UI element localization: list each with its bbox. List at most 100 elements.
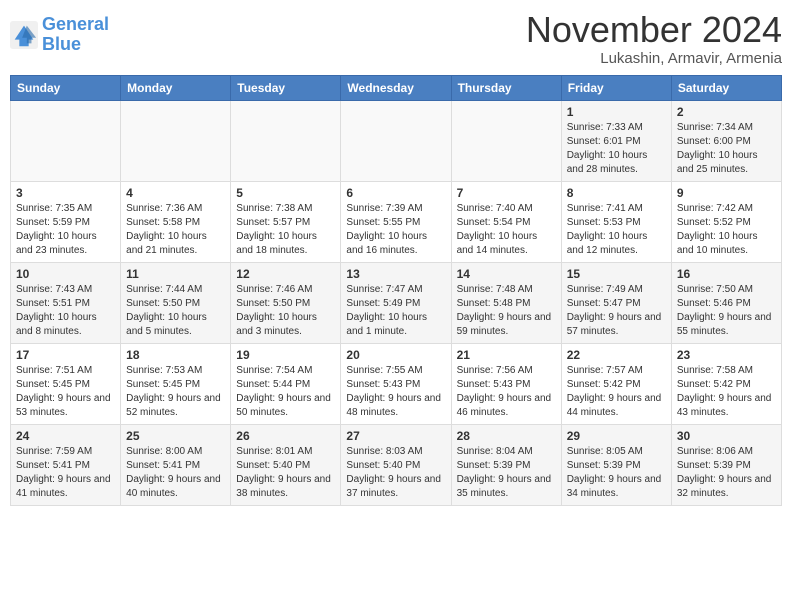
title-block: November 2024 Lukashin, Armavir, Armenia (526, 10, 782, 67)
day-number: 26 (236, 429, 335, 443)
calendar-cell: 20 Sunrise: 7:55 AM Sunset: 5:43 PM Dayli… (341, 343, 451, 424)
day-info: Sunrise: 7:36 AM Sunset: 5:58 PM Dayligh… (126, 202, 225, 258)
week-row-4: 17 Sunrise: 7:51 AM Sunset: 5:45 PM Dayli… (11, 343, 782, 424)
calendar-cell: 25Sunrise: 8:00 AM Sunset: 5:41 PM Dayli… (121, 424, 231, 505)
calendar-cell (341, 100, 451, 181)
day-number: 23 (677, 348, 776, 362)
week-row-1: 1Sunrise: 7:33 AM Sunset: 6:01 PM Daylig… (11, 100, 782, 181)
weekday-header-monday: Monday (121, 75, 231, 100)
day-info: Sunrise: 7:44 AM Sunset: 5:50 PM Dayligh… (126, 283, 225, 339)
week-row-5: 24Sunrise: 7:59 AM Sunset: 5:41 PM Dayli… (11, 424, 782, 505)
header: General Blue November 2024 Lukashin, Arm… (10, 10, 782, 67)
weekday-header-saturday: Saturday (671, 75, 781, 100)
calendar-cell: 30 Sunrise: 8:06 AM Sunset: 5:39 PM Dayli… (671, 424, 781, 505)
weekday-header-thursday: Thursday (451, 75, 561, 100)
weekday-header-row: SundayMondayTuesdayWednesdayThursdayFrid… (11, 75, 782, 100)
day-info: Sunrise: 8:01 AM Sunset: 5:40 PM Dayligh… (236, 445, 335, 501)
day-number: 20 (346, 348, 445, 362)
calendar-cell: 18 Sunrise: 7:53 AM Sunset: 5:45 PM Dayli… (121, 343, 231, 424)
day-number: 18 (126, 348, 225, 362)
calendar-cell: 3 Sunrise: 7:35 AM Sunset: 5:59 PM Daylig… (11, 181, 121, 262)
calendar-cell (121, 100, 231, 181)
day-number: 3 (16, 186, 115, 200)
day-number: 12 (236, 267, 335, 281)
day-number: 19 (236, 348, 335, 362)
day-number: 5 (236, 186, 335, 200)
day-number: 1 (567, 105, 666, 119)
day-info: Sunrise: 7:59 AM Sunset: 5:41 PM Dayligh… (16, 445, 115, 501)
day-info: Sunrise: 7:35 AM Sunset: 5:59 PM Dayligh… (16, 202, 115, 258)
day-number: 25 (126, 429, 225, 443)
calendar-cell: 2Sunrise: 7:34 AM Sunset: 6:00 PM Daylig… (671, 100, 781, 181)
day-info: Sunrise: 7:41 AM Sunset: 5:53 PM Dayligh… (567, 202, 666, 258)
calendar-cell: 10 Sunrise: 7:43 AM Sunset: 5:51 PM Dayli… (11, 262, 121, 343)
day-info: Sunrise: 7:54 AM Sunset: 5:44 PM Dayligh… (236, 364, 335, 420)
day-info: Sunrise: 7:51 AM Sunset: 5:45 PM Dayligh… (16, 364, 115, 420)
month-title: November 2024 (526, 10, 782, 50)
day-info: Sunrise: 7:48 AM Sunset: 5:48 PM Dayligh… (457, 283, 556, 339)
calendar-cell (231, 100, 341, 181)
calendar-cell: 29 Sunrise: 8:05 AM Sunset: 5:39 PM Dayli… (561, 424, 671, 505)
day-number: 13 (346, 267, 445, 281)
location: Lukashin, Armavir, Armenia (526, 50, 782, 67)
day-info: Sunrise: 7:38 AM Sunset: 5:57 PM Dayligh… (236, 202, 335, 258)
day-number: 22 (567, 348, 666, 362)
day-number: 21 (457, 348, 556, 362)
day-number: 11 (126, 267, 225, 281)
day-number: 17 (16, 348, 115, 362)
day-info: Sunrise: 7:55 AM Sunset: 5:43 PM Dayligh… (346, 364, 445, 420)
calendar-cell: 15Sunrise: 7:49 AM Sunset: 5:47 PM Dayli… (561, 262, 671, 343)
calendar-cell: 26 Sunrise: 8:01 AM Sunset: 5:40 PM Dayli… (231, 424, 341, 505)
day-info: Sunrise: 7:53 AM Sunset: 5:45 PM Dayligh… (126, 364, 225, 420)
calendar-cell: 21Sunrise: 7:56 AM Sunset: 5:43 PM Dayli… (451, 343, 561, 424)
calendar-cell: 11 Sunrise: 7:44 AM Sunset: 5:50 PM Dayli… (121, 262, 231, 343)
day-info: Sunrise: 8:05 AM Sunset: 5:39 PM Dayligh… (567, 445, 666, 501)
calendar-cell: 5 Sunrise: 7:38 AM Sunset: 5:57 PM Daylig… (231, 181, 341, 262)
calendar: SundayMondayTuesdayWednesdayThursdayFrid… (10, 75, 782, 506)
day-number: 30 (677, 429, 776, 443)
day-number: 8 (567, 186, 666, 200)
calendar-cell: 16Sunrise: 7:50 AM Sunset: 5:46 PM Dayli… (671, 262, 781, 343)
calendar-cell: 28Sunrise: 8:04 AM Sunset: 5:39 PM Dayli… (451, 424, 561, 505)
calendar-cell: 9 Sunrise: 7:42 AM Sunset: 5:52 PM Daylig… (671, 181, 781, 262)
day-info: Sunrise: 7:39 AM Sunset: 5:55 PM Dayligh… (346, 202, 445, 258)
calendar-cell: 14 Sunrise: 7:48 AM Sunset: 5:48 PM Dayli… (451, 262, 561, 343)
calendar-cell: 13 Sunrise: 7:47 AM Sunset: 5:49 PM Dayli… (341, 262, 451, 343)
weekday-header-tuesday: Tuesday (231, 75, 341, 100)
calendar-cell: 17 Sunrise: 7:51 AM Sunset: 5:45 PM Dayli… (11, 343, 121, 424)
calendar-cell: 22 Sunrise: 7:57 AM Sunset: 5:42 PM Dayli… (561, 343, 671, 424)
day-info: Sunrise: 7:43 AM Sunset: 5:51 PM Dayligh… (16, 283, 115, 339)
day-number: 14 (457, 267, 556, 281)
calendar-cell: 19 Sunrise: 7:54 AM Sunset: 5:44 PM Dayli… (231, 343, 341, 424)
week-row-2: 3 Sunrise: 7:35 AM Sunset: 5:59 PM Daylig… (11, 181, 782, 262)
calendar-cell (451, 100, 561, 181)
day-info: Sunrise: 7:57 AM Sunset: 5:42 PM Dayligh… (567, 364, 666, 420)
day-number: 4 (126, 186, 225, 200)
day-info: Sunrise: 7:49 AM Sunset: 5:47 PM Dayligh… (567, 283, 666, 339)
day-info: Sunrise: 7:47 AM Sunset: 5:49 PM Dayligh… (346, 283, 445, 339)
weekday-header-friday: Friday (561, 75, 671, 100)
calendar-cell (11, 100, 121, 181)
calendar-cell: 1Sunrise: 7:33 AM Sunset: 6:01 PM Daylig… (561, 100, 671, 181)
day-info: Sunrise: 7:40 AM Sunset: 5:54 PM Dayligh… (457, 202, 556, 258)
calendar-cell: 23Sunrise: 7:58 AM Sunset: 5:42 PM Dayli… (671, 343, 781, 424)
day-info: Sunrise: 7:50 AM Sunset: 5:46 PM Dayligh… (677, 283, 776, 339)
day-number: 10 (16, 267, 115, 281)
day-number: 27 (346, 429, 445, 443)
day-info: Sunrise: 8:06 AM Sunset: 5:39 PM Dayligh… (677, 445, 776, 501)
day-info: Sunrise: 7:34 AM Sunset: 6:00 PM Dayligh… (677, 121, 776, 177)
week-row-3: 10 Sunrise: 7:43 AM Sunset: 5:51 PM Dayli… (11, 262, 782, 343)
day-info: Sunrise: 8:03 AM Sunset: 5:40 PM Dayligh… (346, 445, 445, 501)
day-number: 9 (677, 186, 776, 200)
day-number: 28 (457, 429, 556, 443)
calendar-cell: 24Sunrise: 7:59 AM Sunset: 5:41 PM Dayli… (11, 424, 121, 505)
day-info: Sunrise: 7:46 AM Sunset: 5:50 PM Dayligh… (236, 283, 335, 339)
calendar-cell: 8 Sunrise: 7:41 AM Sunset: 5:53 PM Daylig… (561, 181, 671, 262)
page: General Blue November 2024 Lukashin, Arm… (10, 10, 782, 506)
weekday-header-wednesday: Wednesday (341, 75, 451, 100)
logo-icon (10, 21, 38, 49)
day-number: 29 (567, 429, 666, 443)
day-info: Sunrise: 7:42 AM Sunset: 5:52 PM Dayligh… (677, 202, 776, 258)
weekday-header-sunday: Sunday (11, 75, 121, 100)
day-number: 6 (346, 186, 445, 200)
